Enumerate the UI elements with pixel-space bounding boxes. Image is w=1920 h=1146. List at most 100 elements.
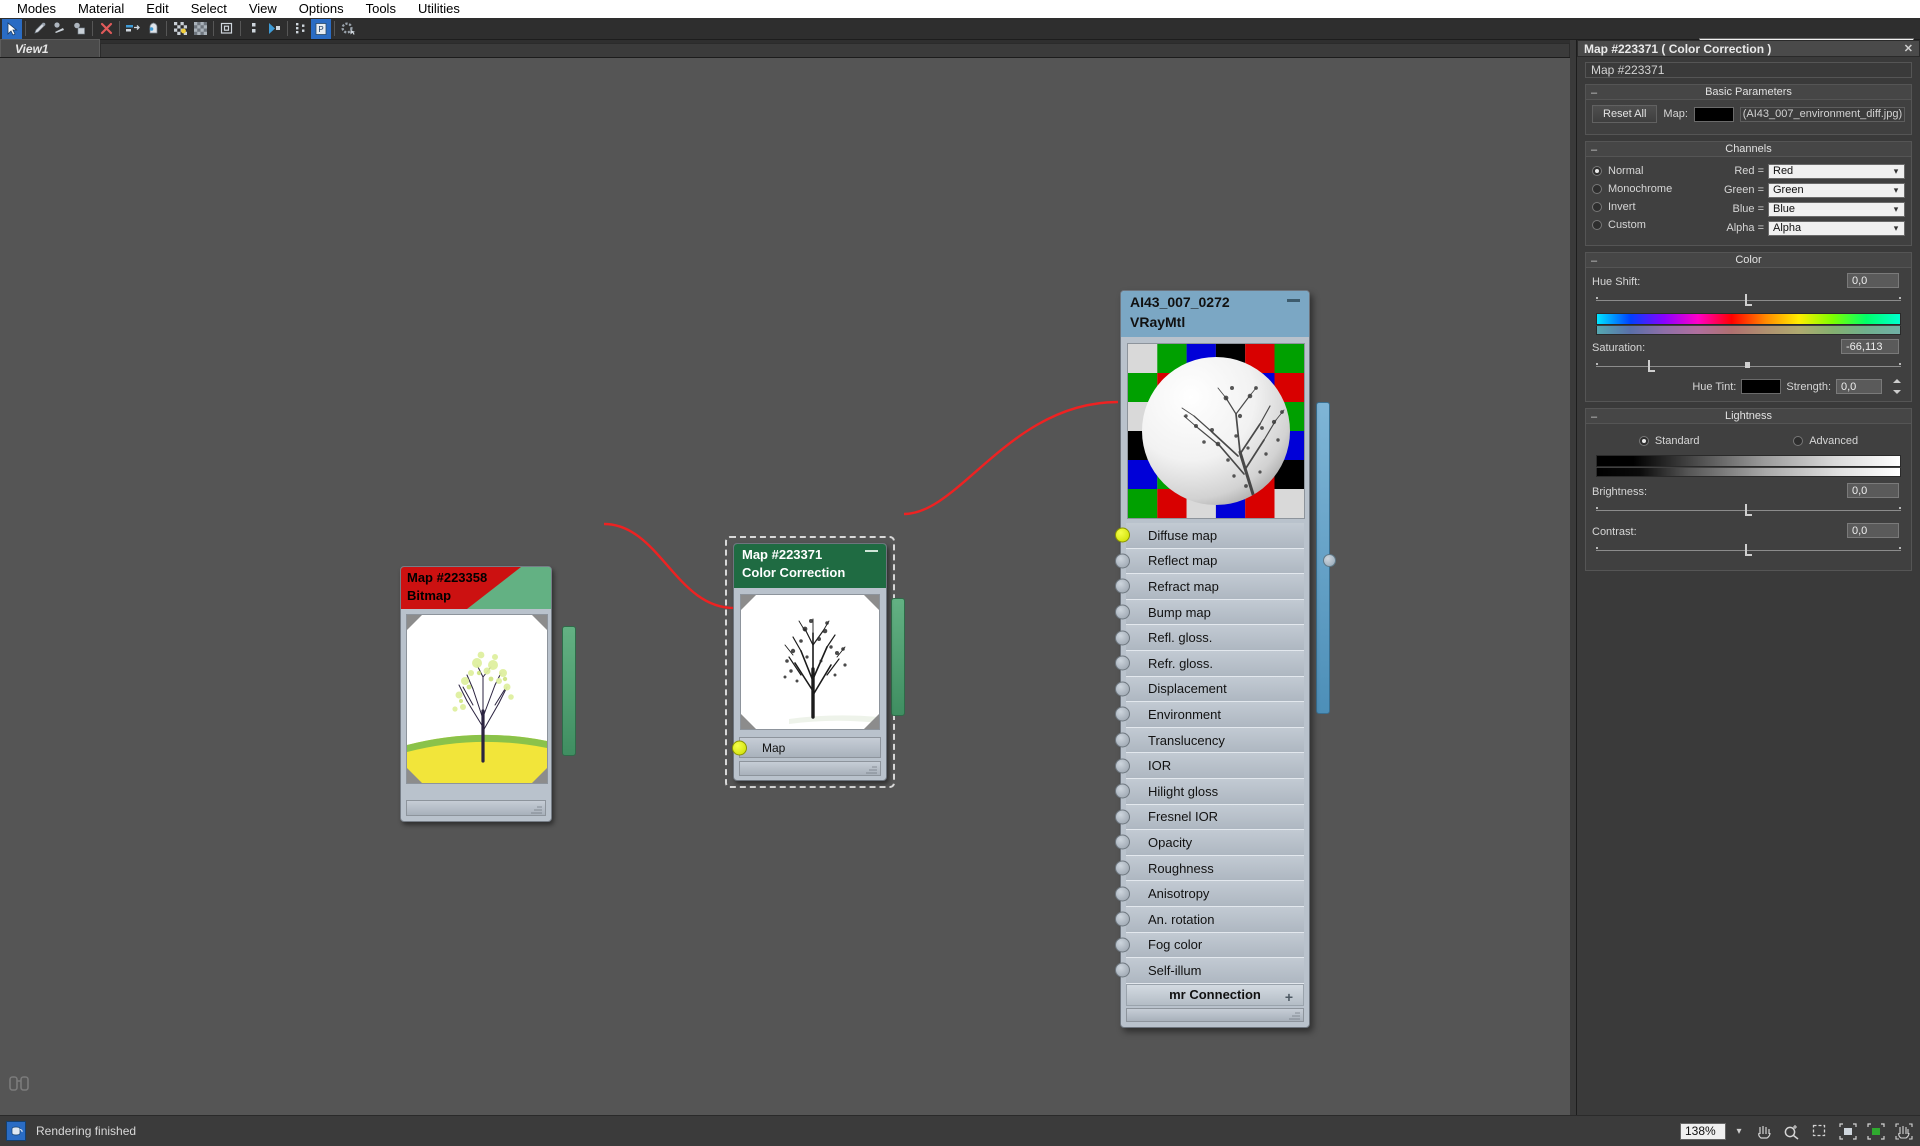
radio-dot-monochrome[interactable] [1592,184,1602,194]
bitmap-node-body[interactable]: Map #223358 Bitmap [400,566,552,822]
show-map-icon[interactable] [190,19,210,39]
node-bitmap[interactable]: Map #223358 Bitmap [400,566,576,826]
rollout-header-color[interactable]: – Color [1586,253,1911,268]
rollout-header-channels[interactable]: – Channels [1586,142,1911,157]
vraymtl-thumbnail[interactable] [1127,343,1305,519]
slot-connector-dot[interactable] [1115,809,1130,825]
vraymtl-node-body[interactable]: AI43_007_0272 VRayMtl Diffuse map Reflec… [1115,290,1310,1028]
strength-value[interactable]: 0,0 [1836,379,1882,394]
menu-tools[interactable]: Tools [355,0,407,18]
vraymtl-slot-reflect-map[interactable]: Reflect map [1115,548,1304,575]
color-correction-output-plug[interactable] [891,598,905,716]
rollout-header-basic-parameters[interactable]: – Basic Parameters [1586,85,1911,100]
contrast-slider[interactable] [1596,543,1901,557]
vraymtl-node-footer[interactable] [1126,1007,1304,1022]
bitmap-node-header[interactable]: Map #223358 Bitmap [401,567,551,609]
slot-connector-dot[interactable] [1115,758,1130,774]
close-icon[interactable]: ✕ [1904,42,1913,55]
slot-connector-dot[interactable] [1115,732,1130,748]
vraymtl-slot-refl-gloss[interactable]: Refl. gloss. [1115,625,1304,651]
slot-connector-dot[interactable] [1115,834,1130,850]
slot-connector-dot[interactable] [1115,783,1130,799]
render-teapot-icon[interactable] [6,1121,26,1141]
minus-icon[interactable]: – [1591,411,1597,423]
rollout-header-lightness[interactable]: – Lightness [1586,409,1911,424]
update-material-icon[interactable] [143,19,163,39]
node-vraymtl[interactable]: AI43_007_0272 VRayMtl Diffuse map Reflec… [1115,290,1336,1030]
minimize-icon[interactable] [1287,299,1300,302]
slot-connector-dot[interactable] [1115,527,1130,543]
slider-handle[interactable] [1745,544,1753,556]
zoom-magnifier-icon[interactable] [1780,1120,1804,1142]
slider-handle[interactable] [1745,504,1753,516]
slot-connector-dot[interactable] [1115,706,1130,722]
bitmap-output-plug[interactable] [562,626,576,756]
spinner-up-icon[interactable] [1893,379,1901,383]
pan-all-icon[interactable] [1892,1120,1916,1142]
minus-icon[interactable]: – [1591,255,1597,267]
channel-dropdown-red[interactable]: Red ▾ [1768,163,1905,179]
contrast-value[interactable]: 0,0 [1847,523,1899,538]
tab-strip-empty-area[interactable] [100,43,1570,57]
zoom-region-icon[interactable] [1808,1120,1832,1142]
vraymtl-slot-hilight-gloss[interactable]: Hilight gloss [1115,778,1304,805]
slot-connector-dot[interactable] [1115,886,1130,902]
layout-children-icon[interactable] [244,19,264,39]
vraymtl-slot-opacity[interactable]: Opacity [1115,830,1304,856]
saturation-value[interactable]: -66,113 [1841,339,1899,354]
resize-grip-icon[interactable] [529,806,543,814]
options-gear-icon[interactable] [338,19,358,39]
map-filename-button[interactable]: (AI43_007_environment_diff.jpg) [1739,106,1905,122]
vraymtl-slot-environment[interactable]: Environment [1115,702,1304,728]
radio-dot-invert[interactable] [1592,202,1602,212]
vraymtl-slot-roughness[interactable]: Roughness [1115,855,1304,882]
menu-edit[interactable]: Edit [135,0,179,18]
hue-shift-value[interactable]: 0,0 [1847,273,1899,288]
resize-grip-icon[interactable] [864,766,878,774]
slot-connector-dot[interactable] [1115,911,1130,927]
slot-connector-dot[interactable] [1115,630,1130,646]
brightness-value[interactable]: 0,0 [1847,483,1899,498]
hue-shift-slider[interactable] [1596,293,1901,307]
zoom-extents-icon[interactable] [1836,1120,1860,1142]
menu-modes[interactable]: Modes [6,0,67,18]
radio-monochrome[interactable]: Monochrome [1592,180,1710,198]
minimize-icon[interactable] [865,550,878,552]
color-correction-thumbnail[interactable] [740,594,880,730]
vraymtl-node-header[interactable]: AI43_007_0272 VRayMtl [1121,291,1309,337]
menu-select[interactable]: Select [180,0,238,18]
background-checker-icon[interactable] [170,19,190,39]
zoom-level-field[interactable]: 138% [1680,1122,1726,1140]
menu-utilities[interactable]: Utilities [407,0,471,18]
view-tab-view1[interactable]: View1 [0,39,100,57]
vraymtl-slot-ior[interactable]: IOR [1115,753,1304,779]
slider-handle[interactable] [1647,360,1655,372]
map-color-swatch[interactable] [1693,106,1734,122]
vraymtl-slot-refract-map[interactable]: Refract map [1115,574,1304,600]
radio-dot-custom[interactable] [1592,220,1602,230]
radio-custom[interactable]: Custom [1592,216,1710,234]
minus-icon[interactable]: – [1591,87,1597,99]
slot-connector-dot[interactable] [1115,860,1130,876]
plus-icon[interactable]: + [1285,989,1293,1005]
brightness-slider[interactable] [1596,503,1901,517]
slot-connector-dot[interactable] [1115,553,1130,569]
node-graph-canvas[interactable]: Map #223358 Bitmap Map #223371 Color Cor… [0,58,1570,1115]
zoom-extents-selected-icon[interactable] [1864,1120,1888,1142]
channel-dropdown-alpha[interactable]: Alpha ▾ [1768,220,1905,236]
minus-icon[interactable]: – [1591,144,1597,156]
radio-dot-standard[interactable] [1638,436,1649,446]
input-slot-dot[interactable] [732,740,747,755]
radio-standard[interactable]: Standard [1638,432,1700,450]
menu-material[interactable]: Material [67,0,135,18]
vraymtl-slot-bump-map[interactable]: Bump map [1115,599,1304,626]
slider-handle[interactable] [1745,294,1753,306]
slot-connector-dot[interactable] [1115,681,1130,697]
resize-grip-icon[interactable] [1287,1012,1301,1020]
vraymtl-slot-fresnel-ior[interactable]: Fresnel IOR [1115,804,1304,831]
slot-connector-dot[interactable] [1115,604,1130,620]
bitmap-node-footer[interactable] [406,800,546,816]
spinner-down-icon[interactable] [1893,390,1901,394]
material-name-field[interactable]: Map #223371 [1585,62,1912,78]
picker-eyedropper-icon[interactable] [29,19,49,39]
